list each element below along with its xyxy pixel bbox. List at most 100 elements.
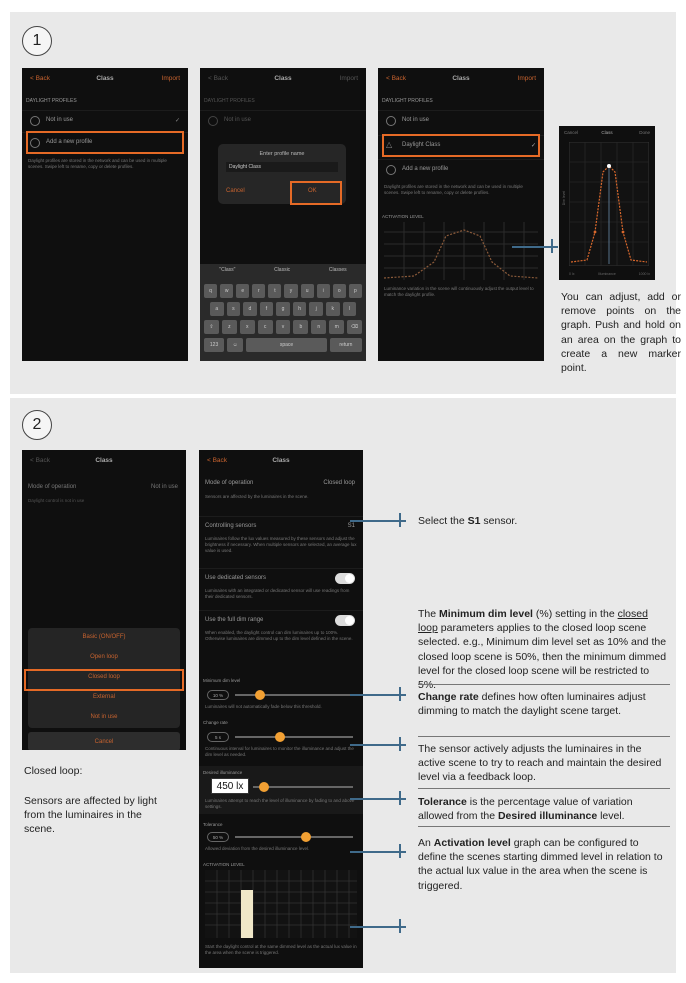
key[interactable]: s — [226, 302, 241, 316]
phone-daylight-profiles: < Back Class Import DAYLIGHT PROFILES No… — [22, 68, 188, 361]
emoji-key[interactable]: ☺ — [227, 338, 244, 352]
numbers-key[interactable]: 123 — [204, 338, 225, 352]
shift-key[interactable]: ⇧ — [204, 320, 219, 334]
profile-row-not-in-use[interactable]: Not in use ✓ — [22, 110, 188, 130]
key[interactable]: n — [311, 320, 327, 334]
profile-name-input[interactable]: Daylight Class — [226, 162, 338, 172]
done-button[interactable]: Done — [639, 130, 650, 135]
cancel-button[interactable]: Cancel — [28, 732, 180, 750]
key[interactable]: l — [342, 302, 357, 316]
key[interactable]: b — [293, 320, 309, 334]
nav-bar: < Back Class Import — [378, 68, 544, 90]
key[interactable]: i — [316, 284, 330, 298]
controlling-sensors-row[interactable]: Controlling sensors S1 — [199, 516, 363, 536]
dedicated-sensors-toggle[interactable] — [335, 573, 355, 584]
nav-bar: < Back Class — [199, 450, 363, 472]
profile-graph-preview[interactable] — [384, 222, 538, 280]
dim-level-graph[interactable] — [569, 142, 649, 266]
tolerance-slider[interactable] — [235, 836, 353, 838]
mode-row[interactable]: Mode of operation Not in use — [22, 478, 186, 498]
import-button[interactable]: Import — [162, 75, 180, 82]
import-button[interactable]: Import — [340, 75, 358, 82]
min-dim-knob[interactable] — [255, 690, 265, 700]
activation-level-label: ACTIVATION LEVEL — [203, 862, 245, 867]
profiles-footer: Daylight profiles are stored in the netw… — [384, 184, 523, 195]
change-rate-knob[interactable] — [275, 732, 285, 742]
key[interactable]: p — [348, 284, 362, 298]
change-rate-note: Change rate defines how often luminaires… — [418, 691, 646, 718]
dialog-cancel-button[interactable]: Cancel — [226, 188, 245, 194]
row-label: Not in use — [224, 117, 252, 123]
change-rate-desc: Continuous interval for luminaires to mo… — [205, 746, 354, 757]
key[interactable]: d — [243, 302, 257, 316]
suggestion[interactable]: Classes — [329, 267, 347, 279]
change-rate-slider[interactable] — [235, 736, 353, 738]
add-profile-row[interactable]: Add a new profile — [378, 159, 544, 179]
profiles-footer: Daylight profiles are stored in the netw… — [28, 158, 167, 169]
row-label: Use the full dim range — [205, 617, 264, 623]
key[interactable]: f — [259, 302, 274, 316]
row-label: Not in use — [402, 117, 430, 123]
backspace-key[interactable]: ⌫ — [347, 320, 363, 334]
connector-tick — [399, 844, 401, 858]
desired-illuminance-knob[interactable] — [259, 782, 269, 792]
phone-closed-loop-settings: < Back Class Mode of operation Closed lo… — [199, 450, 363, 968]
key[interactable]: k — [325, 302, 340, 316]
option-open-loop[interactable]: Open loop — [28, 654, 180, 660]
option-not-in-use[interactable]: Not in use — [28, 714, 180, 720]
profile-row-not-in-use[interactable]: Not in use — [200, 110, 366, 130]
suggestions-bar: "Class" Classic Classes — [200, 267, 366, 279]
connector-tick — [399, 513, 401, 527]
section-header: DAYLIGHT PROFILES — [204, 98, 255, 104]
profile-row-not-in-use[interactable]: Not in use — [378, 110, 544, 130]
suggestion[interactable]: "Class" — [219, 267, 235, 279]
key[interactable]: a — [210, 302, 224, 316]
key[interactable]: e — [236, 284, 250, 298]
tolerance-value[interactable]: 50 % — [207, 832, 229, 842]
tolerance-note: Tolerance is the percentage value of var… — [418, 796, 633, 823]
key[interactable]: q — [204, 284, 218, 298]
key[interactable]: w — [220, 284, 234, 298]
suggestion[interactable]: Classic — [274, 267, 290, 279]
return-key[interactable]: return — [329, 338, 363, 352]
min-dim-value[interactable]: 10 % — [207, 690, 229, 700]
row-label: Not in use — [46, 117, 74, 123]
highlight-box — [26, 131, 184, 154]
key[interactable]: r — [252, 284, 266, 298]
phone-mode-select: < Back Class Mode of operation Not in us… — [22, 450, 186, 750]
key[interactable]: v — [275, 320, 291, 334]
key[interactable]: t — [268, 284, 282, 298]
full-dim-range-toggle[interactable] — [335, 615, 355, 626]
key[interactable]: o — [332, 284, 346, 298]
highlight-box — [382, 134, 540, 157]
activation-level-graph[interactable] — [205, 870, 357, 938]
tolerance-knob[interactable] — [301, 832, 311, 842]
key[interactable]: h — [292, 302, 307, 316]
key[interactable]: x — [239, 320, 255, 334]
key[interactable]: u — [300, 284, 314, 298]
activation-level-desc: Start the daylight control at the same d… — [205, 944, 357, 955]
import-button[interactable]: Import — [518, 75, 536, 82]
option-external[interactable]: External — [28, 694, 180, 700]
min-dim-slider[interactable] — [235, 694, 353, 696]
space-key[interactable]: space — [246, 338, 327, 352]
change-rate-value[interactable]: 5 s — [207, 732, 229, 742]
option-basic[interactable]: Basic (ON/OFF) — [28, 634, 180, 640]
graph-note: You can adjust, add or remove points on … — [561, 291, 681, 375]
mode-row[interactable]: Mode of operation Closed loop — [199, 474, 363, 494]
phone-profile-created: < Back Class Import DAYLIGHT PROFILES No… — [378, 68, 544, 361]
key[interactable]: g — [276, 302, 290, 316]
connector-line — [350, 744, 406, 746]
tolerance-desc: Allowed deviation from the desired illum… — [205, 846, 310, 851]
key[interactable]: c — [257, 320, 273, 334]
key[interactable]: j — [309, 302, 323, 316]
divider — [418, 788, 670, 789]
key[interactable]: y — [284, 284, 298, 298]
tolerance-label: Tolerance — [203, 822, 223, 827]
screen-title: Class — [95, 457, 113, 464]
disabled-icon — [30, 116, 40, 126]
row-value: Closed loop — [323, 480, 355, 486]
desired-illuminance-value[interactable]: 450 lx — [211, 778, 249, 794]
key[interactable]: m — [329, 320, 345, 334]
key[interactable]: z — [221, 320, 237, 334]
